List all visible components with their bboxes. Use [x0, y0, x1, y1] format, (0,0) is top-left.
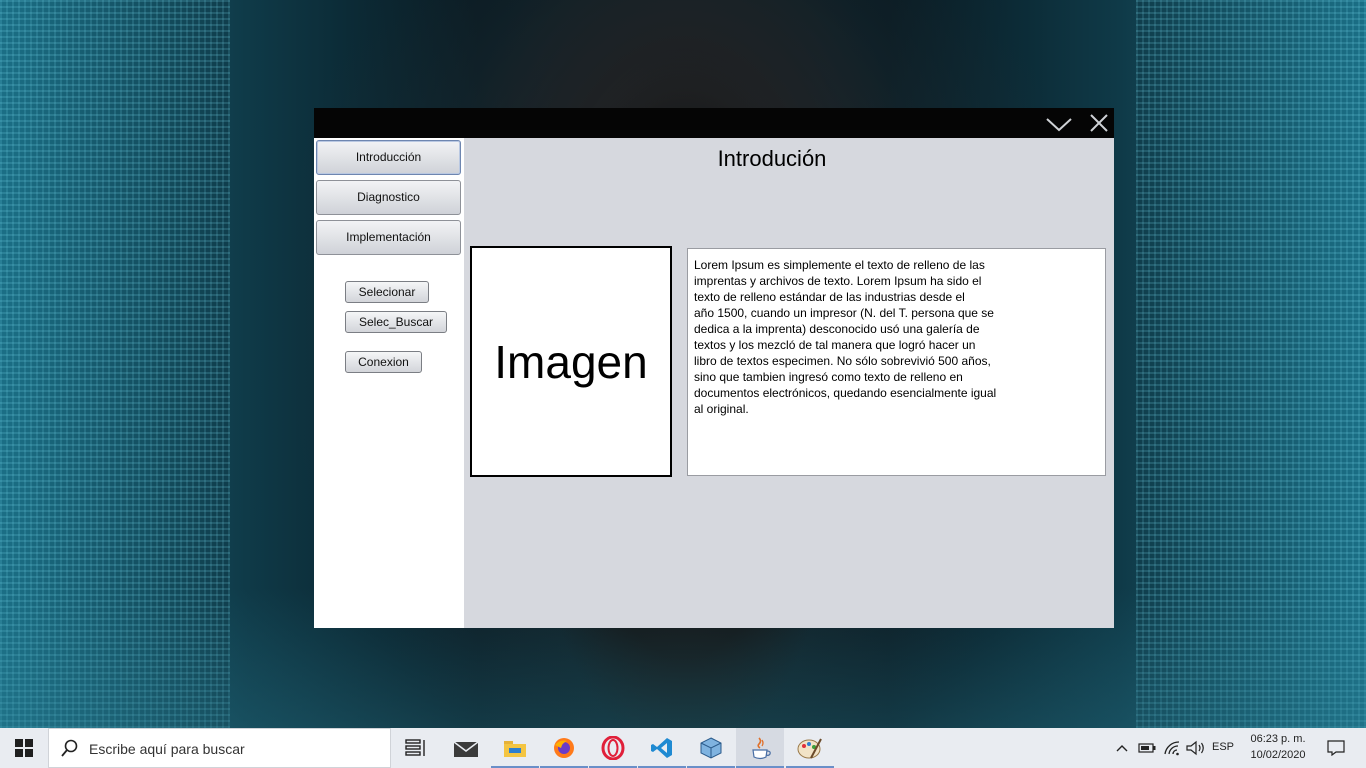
nav-diagnostico-button[interactable]: Diagnostico: [316, 180, 461, 215]
description-textarea[interactable]: Lorem Ipsum es simplemente el texto de r…: [687, 248, 1106, 476]
close-icon: [1090, 114, 1108, 132]
java-icon: [752, 737, 771, 760]
firefox-taskbar-button[interactable]: [540, 728, 588, 768]
paint-icon: [797, 738, 822, 759]
vscode-icon: [651, 738, 672, 758]
firefox-icon: [554, 738, 574, 758]
notification-icon: [1327, 740, 1345, 756]
task-view-button[interactable]: [392, 728, 440, 768]
image-placeholder-label: Imagen: [494, 335, 648, 388]
image-placeholder: Imagen: [470, 246, 672, 477]
battery-icon: [1138, 743, 1156, 753]
wifi-icon: [1164, 741, 1180, 756]
task-view-icon: [405, 739, 425, 756]
search-icon: [61, 739, 78, 757]
wifi-tray-button[interactable]: [1160, 728, 1184, 768]
search-placeholder: Escribe aquí para buscar: [89, 741, 245, 757]
windows-logo-icon: [15, 739, 33, 757]
minimize-button[interactable]: [1046, 113, 1072, 135]
taskbar: Escribe aquí para buscar ESP 06:23 p. m.…: [0, 728, 1366, 768]
file-explorer-taskbar-button[interactable]: [491, 728, 539, 768]
mail-taskbar-button[interactable]: [442, 728, 490, 768]
clock-date: 10/02/2020: [1250, 749, 1306, 761]
java-taskbar-button[interactable]: [736, 728, 784, 768]
conexion-button[interactable]: Conexion: [345, 351, 422, 373]
file-explorer-icon: [504, 741, 526, 757]
taskbar-search-input[interactable]: Escribe aquí para buscar: [48, 728, 391, 768]
box-app-taskbar-button[interactable]: [687, 728, 735, 768]
sidebar: Introducción Diagnostico Implementación …: [314, 138, 464, 628]
chevron-down-icon: [1046, 118, 1072, 132]
language-indicator[interactable]: ESP: [1212, 741, 1234, 753]
close-button[interactable]: [1086, 113, 1112, 135]
mail-icon: [453, 741, 479, 757]
show-hidden-icons-button[interactable]: [1112, 728, 1132, 768]
system-clock[interactable]: 06:23 p. m. 10/02/2020: [1244, 731, 1312, 763]
start-button[interactable]: [0, 728, 48, 768]
vscode-taskbar-button[interactable]: [638, 728, 686, 768]
opera-taskbar-button[interactable]: [589, 728, 637, 768]
action-center-button[interactable]: [1318, 728, 1354, 768]
paint-taskbar-button[interactable]: [786, 728, 834, 768]
page-title: Introdución: [717, 146, 827, 171]
box-app-icon: [700, 737, 722, 759]
volume-icon: [1186, 740, 1204, 756]
chevron-up-icon: [1116, 745, 1128, 752]
app-window: Introducción Diagnostico Implementación …: [314, 108, 1114, 628]
description-text: Lorem Ipsum es simplemente el texto de r…: [694, 258, 997, 416]
battery-tray-button[interactable]: [1136, 728, 1158, 768]
nav-introduccion-button[interactable]: Introducción: [316, 140, 461, 175]
window-titlebar[interactable]: [314, 108, 1114, 138]
nav-implementacion-button[interactable]: Implementación: [316, 220, 461, 255]
volume-tray-button[interactable]: [1184, 728, 1208, 768]
clock-time: 06:23 p. m.: [1250, 733, 1306, 745]
opera-icon: [601, 736, 625, 760]
selecionar-button[interactable]: Selecionar: [345, 281, 429, 303]
selec-buscar-button[interactable]: Selec_Buscar: [345, 311, 447, 333]
